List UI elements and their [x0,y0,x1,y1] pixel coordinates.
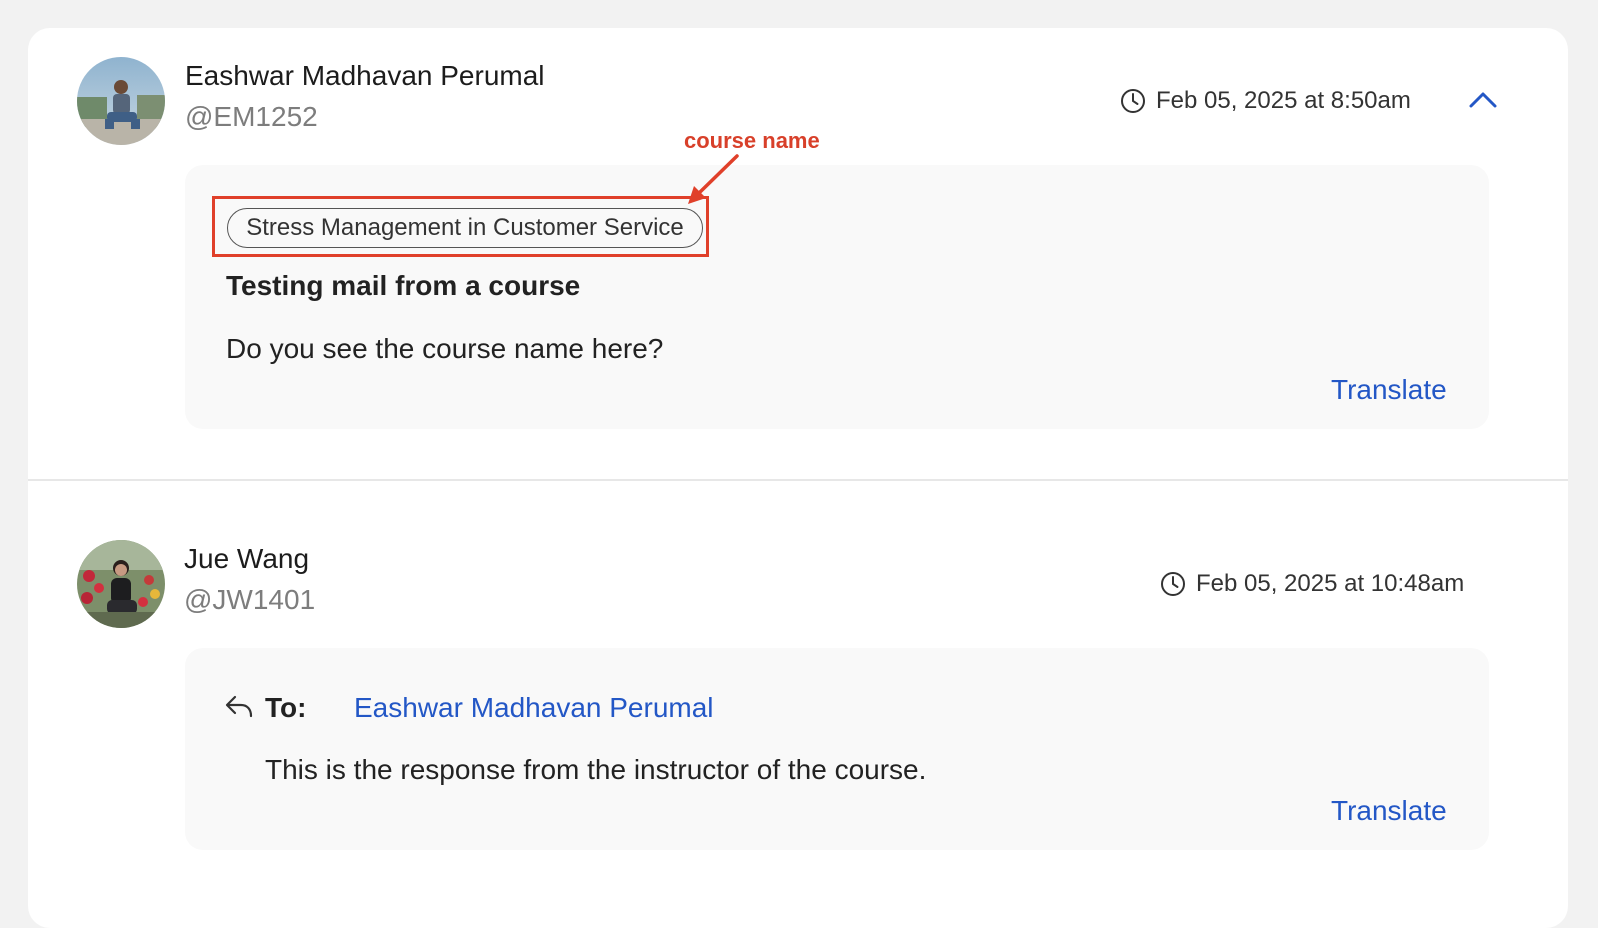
message-subject: Testing mail from a course [226,270,581,301]
avatar-jue-wang [77,540,165,628]
timestamp-text: Feb 05, 2025 at 10:48am [1196,570,1465,597]
course-tag[interactable]: Stress Management in Customer Service [227,208,703,248]
reply-icon [224,694,254,725]
message-divider [28,479,1568,481]
clock-icon [1160,571,1186,597]
timestamp-text: Feb 05, 2025 at 8:50am [1156,87,1411,114]
message-bubble [185,648,1489,850]
message-body: Do you see the course name here? [226,333,664,364]
avatar-eashwar [77,57,165,145]
sender-handle: @EM1252 [185,101,318,132]
to-label: To: [265,692,307,723]
message-body: This is the response from the instructor… [265,754,927,785]
recipient-link[interactable]: Eashwar Madhavan Perumal [354,692,714,724]
collapse-message-button[interactable] [1466,86,1500,112]
message-timestamp: Feb 05, 2025 at 8:50am [1120,87,1411,115]
translate-link[interactable]: Translate [1331,795,1447,827]
chevron-up-icon [1466,92,1500,116]
sender-name: Eashwar Madhavan Perumal [185,60,545,91]
sender-handle: @JW1401 [184,584,316,615]
clock-icon [1120,88,1146,114]
message-timestamp: Feb 05, 2025 at 10:48am [1160,570,1464,598]
sender-name: Jue Wang [184,543,310,574]
translate-link[interactable]: Translate [1331,374,1447,406]
